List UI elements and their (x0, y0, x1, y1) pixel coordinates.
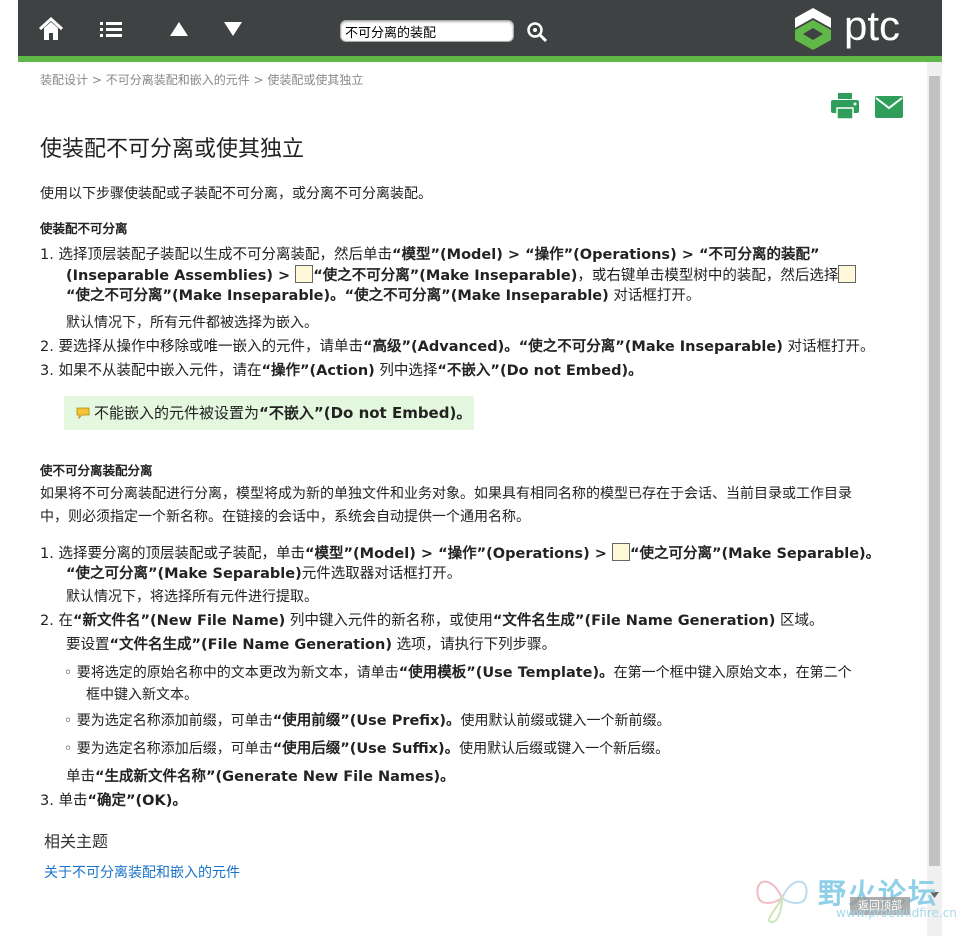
command-name: “使之不可分离”(Make Inseparable) (313, 268, 578, 284)
bullet-text: ◦ 要为选定名称添加前缀，可单击 (64, 713, 273, 729)
bullet-text: ◦ 要为选定名称添加后缀，可单击 (64, 741, 273, 757)
step-text: 1. 选择要分离的顶层装配或子装配，单击 (40, 546, 305, 562)
breadcrumb-separator: > (249, 73, 268, 87)
generate-names-instruction: 单击“生成新文件名称”(Generate New File Names)。 (66, 767, 455, 787)
note-icon (76, 407, 90, 419)
sep-step-2: 2. 在“新文件名”(New File Name) 列中键入元件的新名称，或使用… (40, 611, 920, 631)
email-icon[interactable] (875, 96, 903, 118)
breadcrumb: 装配设计 > 不可分离装配和嵌入的元件 > 使装配或使其独立 (40, 71, 363, 88)
home-icon[interactable] (36, 14, 66, 44)
paragraph-line: 中，则必须指定一个新名称。在链接的会话中，系统会自动提供一个通用名称。 (40, 509, 530, 525)
bullet-text: ◦ 要将选定的原始名称中的文本更改为新文本，请单击 (64, 665, 399, 681)
breadcrumb-link-inseparable[interactable]: 不可分离装配和嵌入的元件 (106, 73, 250, 87)
top-toolbar: ptc (18, 0, 942, 56)
breadcrumb-separator: > (88, 73, 106, 87)
ptc-logo-text: ptc (844, 2, 901, 49)
command-name: “生成新文件名称”(Generate New File Names)。 (95, 769, 455, 785)
step-text: 元件选取器对话框打开。 (301, 566, 462, 582)
section-heading-make-separable: 使不可分离装配分离 (40, 463, 153, 478)
make-inseparable-icon (295, 265, 314, 283)
bullet-text: 框中键入新文本。 (86, 687, 198, 703)
help-window: ptc 装配设计 > 不可分离装配和嵌入的元件 > 使装配或使其独立 使装配不可… (18, 0, 942, 936)
command-name: “使之可分离”(Make Separable) (66, 566, 302, 582)
bullet-text: 在第一个框中键入原始文本，在第二个 (613, 665, 852, 681)
step-text: 列中选择 (374, 363, 438, 379)
section-heading-make-inseparable: 使装配不可分离 (40, 221, 128, 236)
forum-watermark-url: www.proewildfire.cn (836, 906, 957, 920)
note-text: 不能嵌入的元件被设置为 (94, 404, 260, 422)
step-text: 3. 如果不从装配中嵌入元件，请在 (40, 363, 262, 379)
note-option: “不嵌入”(Do not Embed)。 (259, 404, 472, 422)
breadcrumb-current: 使装配或使其独立 (267, 73, 364, 87)
menu-path: “模型”(Model) > “操作”(Operations) > “不可分离的装… (391, 247, 820, 263)
related-topics-heading: 相关主题 (44, 832, 109, 851)
breadcrumb-link-assembly-design[interactable]: 装配设计 (40, 73, 88, 87)
bullet-text: 使用默认后缀或键入一个新后缀。 (459, 741, 670, 757)
make-inseparable-icon (838, 265, 857, 283)
next-topic-icon[interactable] (218, 14, 248, 44)
bullet-use-template: ◦ 要将选定的原始名称中的文本更改为新文本，请单击“使用模板”(Use Temp… (64, 662, 914, 706)
bullet-text: 使用默认前缀或键入一个新前缀。 (460, 713, 671, 729)
step-text: 要设置 (66, 637, 110, 653)
step-3: 3. 如果不从装配中嵌入元件，请在“操作”(Action) 列中选择“不嵌入”(… (40, 361, 920, 381)
command-name: “使之不可分离”(Make Inseparable)。“使之不可分离”(Make… (66, 288, 609, 304)
bullet-use-prefix: ◦ 要为选定名称添加前缀，可单击“使用前缀”(Use Prefix)。使用默认前… (64, 710, 914, 732)
step-text: 区域。 (775, 613, 824, 629)
page-title: 使装配不可分离或使其独立 (40, 137, 305, 162)
area-name: “文件名生成”(File Name Generation) (109, 637, 392, 653)
sep-step-3: 3. 单击“确定”(OK)。 (40, 791, 920, 811)
step-text: 1. 选择顶层装配子装配以生成不可分离装配，然后单击 (40, 247, 392, 263)
paragraph-line: 如果将不可分离装配进行分离，模型将成为新的单独文件和业务对象。如果具有相同名称的… (40, 486, 852, 502)
previous-topic-icon[interactable] (164, 14, 194, 44)
step-text: 选项，请执行下列步骤。 (391, 637, 557, 653)
ptc-logo-icon (795, 8, 831, 50)
option-name: “不嵌入”(Do not Embed)。 (437, 363, 643, 379)
print-icon[interactable] (830, 92, 860, 120)
contents-list-icon[interactable] (96, 14, 126, 44)
command-name: “确定”(OK)。 (87, 793, 187, 809)
step-2: 2. 要选择从操作中移除或唯一嵌入的元件，请单击“高级”(Advanced)。“… (40, 337, 920, 357)
area-name: “文件名生成”(File Name Generation) (492, 613, 776, 629)
step-text: 单击 (66, 769, 95, 785)
step-text: 2. 要选择从操作中移除或唯一嵌入的元件，请单击 (40, 339, 363, 355)
sep-step-1: 1. 选择要分离的顶层装配或子装配，单击“模型”(Model) > “操作”(O… (40, 543, 920, 584)
note-box: 不能嵌入的元件被设置为“不嵌入”(Do not Embed)。 (64, 396, 474, 430)
search-icon[interactable] (525, 20, 549, 44)
step-1: 1. 选择顶层装配子装配以生成不可分离装配，然后单击“模型”(Model) > … (40, 245, 920, 306)
search-input[interactable] (340, 20, 514, 42)
sep-step-2-sub: 要设置“文件名生成”(File Name Generation) 选项，请执行下… (66, 635, 556, 655)
option-name: “使用后缀”(Use Suffix)。 (272, 741, 460, 757)
make-separable-icon (611, 543, 630, 561)
menu-path: (Inseparable Assemblies) > (66, 268, 296, 284)
related-topic-link[interactable]: 关于不可分离装配和嵌入的元件 (44, 862, 240, 882)
column-name: “新文件名”(New File Name) (72, 613, 286, 629)
sep-step-1-note: 默认情况下，将选择所有元件进行提取。 (66, 589, 318, 605)
command-name: “高级”(Advanced)。“使之不可分离”(Make Inseparable… (362, 339, 783, 355)
step-1-note: 默认情况下，所有元件都被选择为嵌入。 (66, 315, 318, 331)
step-text: 对话框打开。 (608, 288, 701, 304)
step-text: 3. 单击 (40, 793, 88, 809)
option-name: “使用前缀”(Use Prefix)。 (272, 713, 461, 729)
bullet-use-suffix: ◦ 要为选定名称添加后缀，可单击“使用后缀”(Use Suffix)。使用默认后… (64, 738, 914, 760)
menu-path: “模型”(Model) > “操作”(Operations) > (304, 546, 612, 562)
step-text: 对话框打开。 (782, 339, 875, 355)
separable-description: 如果将不可分离装配进行分离，模型将成为新的单独文件和业务对象。如果具有相同名称的… (40, 483, 920, 529)
step-text: ，或右键单击模型树中的装配，然后选择 (577, 268, 839, 284)
toolbar-accent-line (18, 56, 942, 62)
intro-text: 使用以下步骤使装配或子装配不可分离，或分离不可分离装配。 (40, 186, 432, 202)
scrollbar-thumb[interactable] (929, 76, 940, 866)
step-text: 列中键入元件的新名称，或使用 (285, 613, 493, 629)
column-name: “操作”(Action) (261, 363, 375, 379)
butterfly-watermark-icon (756, 880, 808, 924)
command-name: “使之可分离”(Make Separable)。 (629, 546, 881, 562)
step-text: 2. 在 (40, 613, 73, 629)
option-name: “使用模板”(Use Template)。 (398, 665, 614, 681)
